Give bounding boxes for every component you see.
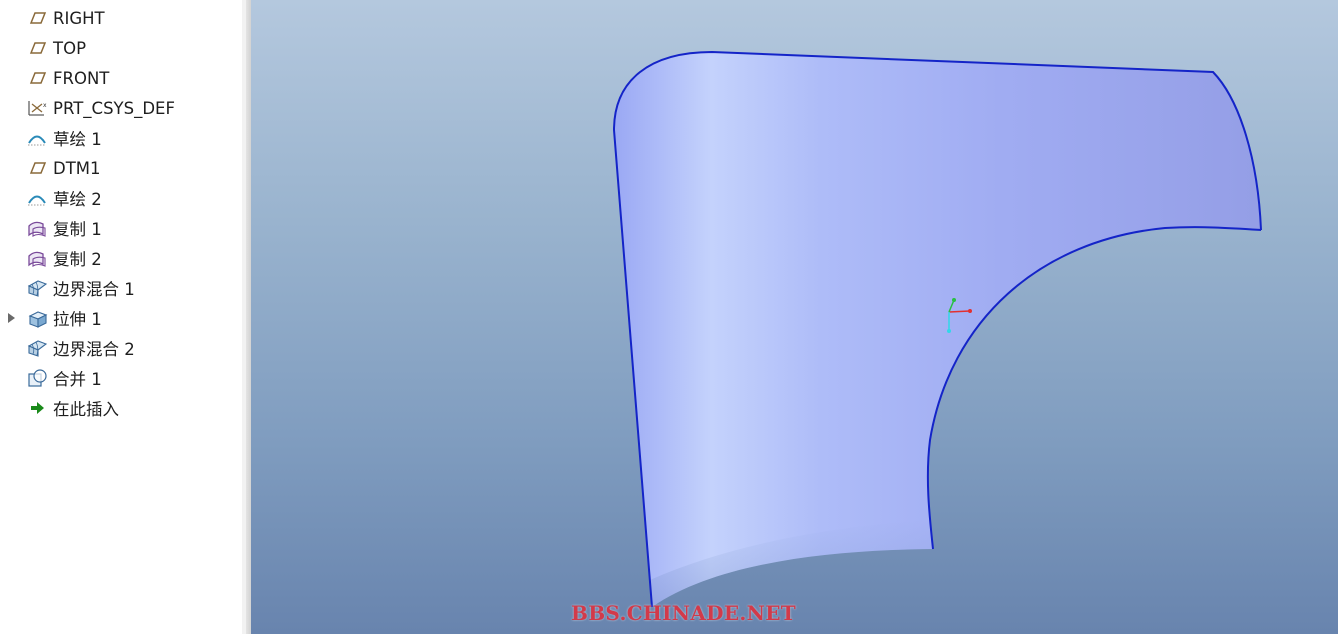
tree-item-label: 在此插入 xyxy=(53,400,119,419)
tree-item-label: 复制 2 xyxy=(53,250,102,269)
tree-item-sketch-2[interactable]: 草绘 2 xyxy=(0,183,175,213)
tree-item-boundary-blend-2[interactable]: 边界混合 2 xyxy=(0,333,175,363)
tree-item-extrude-1[interactable]: 拉伸 1 xyxy=(0,303,175,333)
boundary-blend-icon xyxy=(26,338,48,358)
tree-item-label: 草绘 2 xyxy=(53,190,102,209)
datum-plane-icon xyxy=(26,38,48,58)
tree-item-copy-1[interactable]: 复制 1 xyxy=(0,213,175,243)
tree-item-label: RIGHT xyxy=(53,8,105,28)
tree-item-label: 复制 1 xyxy=(53,220,102,239)
copy-surface-icon xyxy=(26,218,48,238)
tree-item-merge-1[interactable]: 合并 1 xyxy=(0,363,175,393)
tree-item-sketch-1[interactable]: 草绘 1 xyxy=(0,123,175,153)
datum-plane-icon xyxy=(26,8,48,28)
tree-item-dtm1[interactable]: DTM1 xyxy=(0,153,175,183)
tree-item-label: DTM1 xyxy=(53,158,101,178)
datum-plane-icon xyxy=(26,158,48,178)
extrude-icon xyxy=(26,308,48,328)
tree-item-label: FRONT xyxy=(53,68,110,88)
coordinate-system-icon: x xyxy=(26,98,48,118)
tree-item-label: 边界混合 1 xyxy=(53,280,135,299)
sketch-icon xyxy=(26,128,48,148)
tree-item-copy-2[interactable]: 复制 2 xyxy=(0,243,175,273)
svg-text:x: x xyxy=(43,102,47,109)
boundary-blend-icon xyxy=(26,278,48,298)
tree-item-label: 草绘 1 xyxy=(53,130,102,149)
graphics-viewport[interactable]: BBS.CHINADE.NET xyxy=(251,0,1338,634)
merge-icon xyxy=(26,368,48,388)
model-tree-panel: RIGHT TOP FRONT x PRT_CSYS_DEF 草绘 1 DTM1… xyxy=(0,0,246,634)
tree-item-top[interactable]: TOP xyxy=(0,33,175,63)
copy-surface-icon xyxy=(26,248,48,268)
tree-item-insert-here[interactable]: 在此插入 xyxy=(0,393,175,423)
insert-here-arrow-icon xyxy=(26,398,48,418)
tree-item-prt-csys-def[interactable]: x PRT_CSYS_DEF xyxy=(0,93,175,123)
tree-item-label: 边界混合 2 xyxy=(53,340,135,359)
tree-item-label: PRT_CSYS_DEF xyxy=(53,98,175,118)
sketch-icon xyxy=(26,188,48,208)
tree-item-label: 拉伸 1 xyxy=(53,310,102,329)
tree-item-label: TOP xyxy=(53,38,87,58)
3d-surface-model[interactable] xyxy=(251,0,1338,634)
model-tree: RIGHT TOP FRONT x PRT_CSYS_DEF 草绘 1 DTM1… xyxy=(0,3,175,423)
tree-item-boundary-blend-1[interactable]: 边界混合 1 xyxy=(0,273,175,303)
tree-item-label: 合并 1 xyxy=(53,370,102,389)
tree-item-right[interactable]: RIGHT xyxy=(0,3,175,33)
datum-plane-icon xyxy=(26,68,48,88)
expand-arrow-icon[interactable] xyxy=(8,313,15,323)
watermark: BBS.CHINADE.NET xyxy=(571,601,796,625)
tree-item-front[interactable]: FRONT xyxy=(0,63,175,93)
